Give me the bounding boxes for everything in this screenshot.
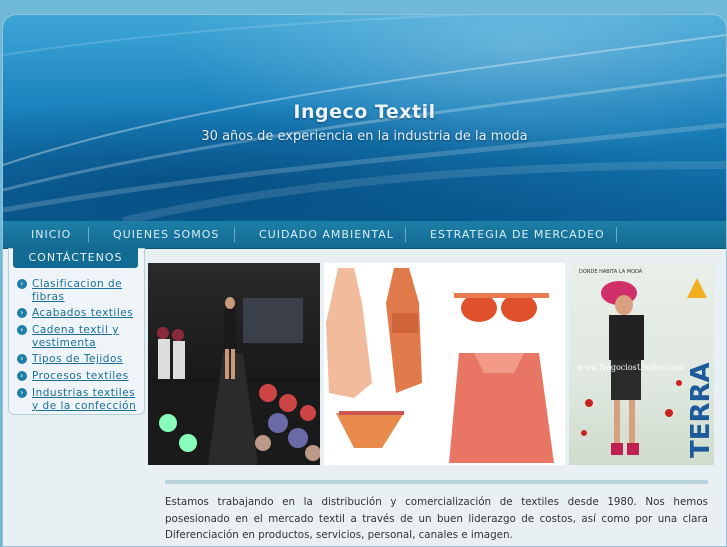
sidebar-item-label: Acabados textiles: [32, 307, 134, 319]
clothing-illustration: [326, 268, 554, 463]
sidebar-item-industrias-textiles[interactable]: › Industrias textiles y de la confección: [17, 387, 141, 412]
chevron-right-icon: ›: [17, 371, 27, 381]
nav-separator: [234, 227, 235, 242]
main-nav: INICIO QUIENES SOMOS CUIDADO AMBIENTAL E…: [3, 221, 726, 249]
header-banner: Ingeco Textil 30 años de experiencia en …: [3, 15, 726, 221]
sidebar-item-label: Clasificacion de fibras: [32, 278, 123, 303]
nav-separator: [88, 227, 89, 242]
nav-separator: [405, 227, 406, 242]
terra-ad-photo: DONDE HABITA LA MODA www.NegociosUnidos.…: [569, 263, 714, 465]
ad-tagline: DONDE HABITA LA MODA: [579, 269, 643, 275]
nav-item-inicio[interactable]: INICIO: [31, 221, 71, 248]
ad-brand-logo: TERRA: [686, 362, 714, 458]
sidebar-item-clasificacion-de-fibras[interactable]: › Clasificacion de fibras: [17, 278, 141, 303]
content-divider: [165, 480, 708, 484]
sidebar-item-label: Cadena textil y vestimenta: [32, 324, 119, 349]
ad-url: www.NegociosUnidos.com: [577, 363, 685, 372]
chevron-right-icon: ›: [17, 279, 27, 289]
photo-strip: DONDE HABITA LA MODA www.NegociosUnidos.…: [148, 263, 714, 465]
chevron-right-icon: ›: [17, 388, 27, 398]
runway-photo: [148, 263, 320, 465]
sidebar-item-procesos-textiles[interactable]: › Procesos textiles: [17, 370, 141, 383]
intro-paragraph: Estamos trabajando en la distribución y …: [165, 496, 708, 541]
sidebar-item-cadena-textil[interactable]: › Cadena textil y vestimenta: [17, 324, 141, 349]
chevron-right-icon: ›: [17, 354, 27, 364]
nav-item-cuidado-ambiental[interactable]: CUIDADO AMBIENTAL: [259, 221, 394, 248]
site-title: Ingeco Textil: [293, 101, 436, 123]
nav-item-estrategia-de-mercadeo[interactable]: ESTRATEGIA DE MERCADEO: [430, 221, 605, 248]
chevron-right-icon: ›: [17, 308, 27, 318]
sidebar: › Clasificacion de fibras › Acabados tex…: [8, 248, 145, 415]
nav-item-quienes-somos[interactable]: QUIENES SOMOS: [113, 221, 219, 248]
nav-separator: [616, 227, 617, 242]
site-subtitle: 30 años de experiencia en la industria d…: [201, 129, 528, 144]
sidebar-item-label: Industrias textiles y de la confección: [32, 387, 137, 412]
sidebar-item-label: Tipos de Tejidos: [32, 353, 123, 365]
clothing-collage-photo: [324, 263, 565, 465]
sidebar-item-acabados-textiles[interactable]: › Acabados textiles: [17, 307, 141, 320]
chevron-right-icon: ›: [17, 325, 27, 335]
fashion-ad-illustration: DONDE HABITA LA MODA www.NegociosUnidos.…: [577, 269, 714, 458]
nav-item-contactenos[interactable]: CONTÁCTENOS: [13, 248, 138, 268]
page-frame: Ingeco Textil 30 años de experiencia en …: [2, 14, 727, 547]
sidebar-item-tipos-de-tejidos[interactable]: › Tipos de Tejidos: [17, 353, 141, 366]
runway-illustration: [148, 297, 320, 465]
sidebar-item-label: Procesos textiles: [32, 370, 129, 382]
